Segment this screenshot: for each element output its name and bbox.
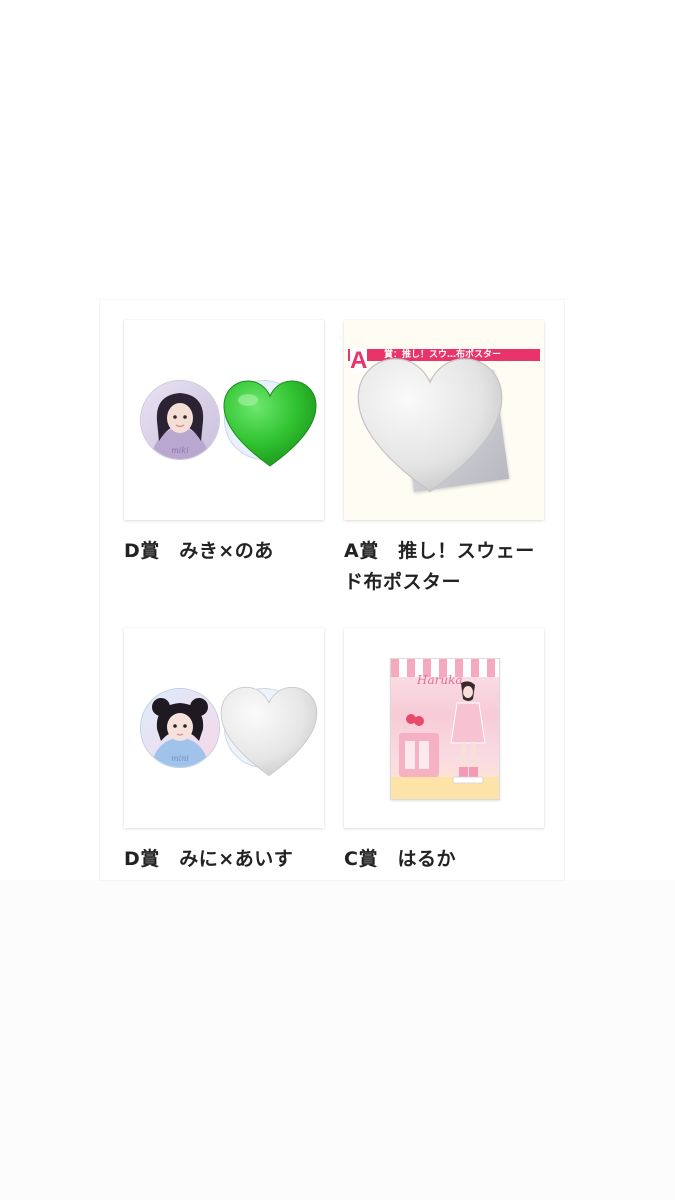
acrylic-stand-image: Haruka	[390, 658, 500, 800]
product-grid: miki D賞 みき×のあ A 賞：推し！スウ…布ポスター A賞 推し！スウェー…	[100, 300, 564, 880]
product-card-d-mini-aisu[interactable]: mini	[124, 628, 324, 828]
background-lower	[0, 880, 675, 1200]
product-card-d-miki-noa[interactable]: miki	[124, 320, 324, 520]
product-label: A賞 推し！スウェード布ポスター	[344, 540, 535, 593]
green-heart-icon	[223, 380, 317, 467]
white-heart-icon	[357, 358, 503, 493]
product-label: D賞 みき×のあ	[124, 540, 274, 562]
can-badge-photo: miki	[140, 380, 220, 460]
story-canvas: miki D賞 みき×のあ A 賞：推し！スウ…布ポスター A賞 推し！スウェー…	[0, 0, 675, 1200]
can-badge-photo: mini	[140, 688, 220, 768]
product-label: C賞 はるか	[344, 848, 456, 870]
product-card-a-poster[interactable]: A 賞：推し！スウ…布ポスター	[344, 320, 544, 520]
svg-text:mini: mini	[171, 754, 189, 763]
white-heart-icon	[220, 686, 318, 777]
svg-text:miki: miki	[171, 446, 189, 455]
product-label: D賞 みに×あいす	[124, 848, 294, 870]
product-card-c-haruka[interactable]: Haruka	[344, 628, 544, 828]
